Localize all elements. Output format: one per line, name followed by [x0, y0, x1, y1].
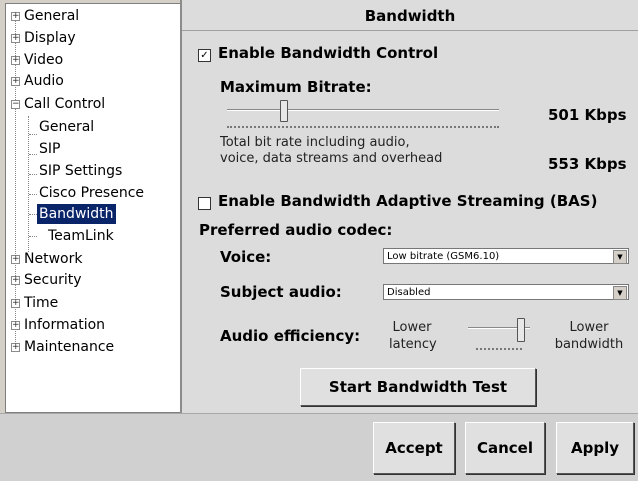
tree-item-display[interactable]: Display [24, 28, 76, 48]
expand-icon[interactable]: + [11, 343, 20, 352]
expand-icon[interactable]: + [11, 77, 20, 86]
apply-button[interactable]: Apply [556, 422, 634, 474]
lower-bandwidth-line1: Lower [569, 320, 609, 335]
expand-icon[interactable]: + [11, 276, 20, 285]
expand-icon[interactable]: + [11, 299, 20, 308]
tree-item-information[interactable]: Information [24, 315, 105, 335]
tree-item-cisco-presence[interactable]: Cisco Presence [39, 183, 144, 203]
tree-line [28, 116, 29, 252]
lower-latency-line1: Lower [392, 320, 432, 335]
slider-thumb[interactable] [280, 100, 288, 122]
bandwidth-panel: Bandwidth ✓ Enable Bandwidth Control Max… [180, 0, 638, 413]
accept-button[interactable]: Accept [373, 422, 455, 474]
checkmark-icon: ✓ [200, 50, 209, 61]
max-bitrate-label: Maximum Bitrate: [220, 78, 372, 96]
tree-line [29, 236, 37, 237]
audio-efficiency-label: Audio efficiency: [220, 327, 361, 345]
panel-title: Bandwidth [182, 0, 638, 31]
expand-icon[interactable]: + [11, 12, 20, 21]
enable-bandwidth-control-checkbox[interactable]: ✓ [198, 49, 211, 62]
tree-item-video[interactable]: Video [24, 50, 63, 70]
slider-track [227, 109, 499, 111]
tree-line [29, 214, 37, 215]
tree-item-security[interactable]: Security [24, 270, 82, 290]
tree-item-call-control[interactable]: Call Control [24, 94, 105, 114]
slider-ticks [476, 348, 522, 350]
dropdown-arrow-icon[interactable]: ▼ [613, 250, 627, 264]
tree-line [29, 154, 37, 155]
dropdown-arrow-icon[interactable]: ▼ [613, 286, 627, 300]
slider-thumb[interactable] [517, 318, 525, 342]
slider-ticks [227, 126, 499, 128]
tree-item-general[interactable]: General [24, 6, 79, 26]
enable-bas-label[interactable]: Enable Bandwidth Adaptive Streaming (BAS… [218, 192, 597, 210]
total-bitrate-value: 553 Kbps [548, 155, 627, 173]
tree-line [29, 174, 37, 175]
bottom-button-bar: Accept Cancel Apply [0, 413, 638, 481]
subject-audio-value: Disabled [387, 287, 431, 298]
lower-bandwidth-line2: bandwidth [554, 337, 624, 352]
tree-item-bandwidth[interactable]: Bandwidth [37, 204, 116, 224]
enable-bas-checkbox[interactable] [198, 197, 211, 210]
lower-latency-line2: latency [389, 337, 437, 352]
voice-label: Voice: [220, 248, 272, 266]
tree-item-sip[interactable]: SIP [39, 139, 60, 159]
expand-icon[interactable]: + [11, 34, 20, 43]
audio-efficiency-slider[interactable] [468, 318, 530, 354]
max-bitrate-value: 501 Kbps [548, 106, 627, 124]
subject-audio-select[interactable]: Disabled ▼ [383, 284, 629, 300]
expand-icon[interactable]: + [11, 255, 20, 264]
tree-line [29, 194, 37, 195]
tree-item-cc-general[interactable]: General [39, 117, 94, 137]
bitrate-description-line2: voice, data streams and overhead [220, 151, 443, 166]
collapse-icon[interactable]: − [11, 100, 20, 109]
cancel-button[interactable]: Cancel [465, 422, 545, 474]
tree-item-audio[interactable]: Audio [24, 71, 64, 91]
tree-line [29, 134, 37, 135]
tree-item-sip-settings[interactable]: SIP Settings [39, 161, 122, 181]
expand-icon[interactable]: + [11, 321, 20, 330]
subject-audio-label: Subject audio: [220, 283, 342, 301]
voice-codec-select[interactable]: Low bitrate (GSM6.10) ▼ [383, 248, 629, 264]
enable-bandwidth-control-label[interactable]: Enable Bandwidth Control [218, 44, 438, 62]
settings-tree[interactable]: + + + + − + + + + + General Display Vide… [5, 3, 182, 413]
expand-icon[interactable]: + [11, 56, 20, 65]
tree-item-teamlink[interactable]: TeamLink [48, 226, 114, 246]
tree-item-network[interactable]: Network [24, 249, 82, 269]
tree-item-maintenance[interactable]: Maintenance [24, 337, 114, 357]
start-bandwidth-test-button[interactable]: Start Bandwidth Test [300, 368, 536, 406]
voice-codec-value: Low bitrate (GSM6.10) [387, 251, 500, 262]
preferred-codec-label: Preferred audio codec: [199, 221, 393, 239]
bitrate-description-line1: Total bit rate including audio, [220, 135, 410, 150]
max-bitrate-slider[interactable] [227, 100, 499, 130]
tree-item-time[interactable]: Time [24, 293, 58, 313]
